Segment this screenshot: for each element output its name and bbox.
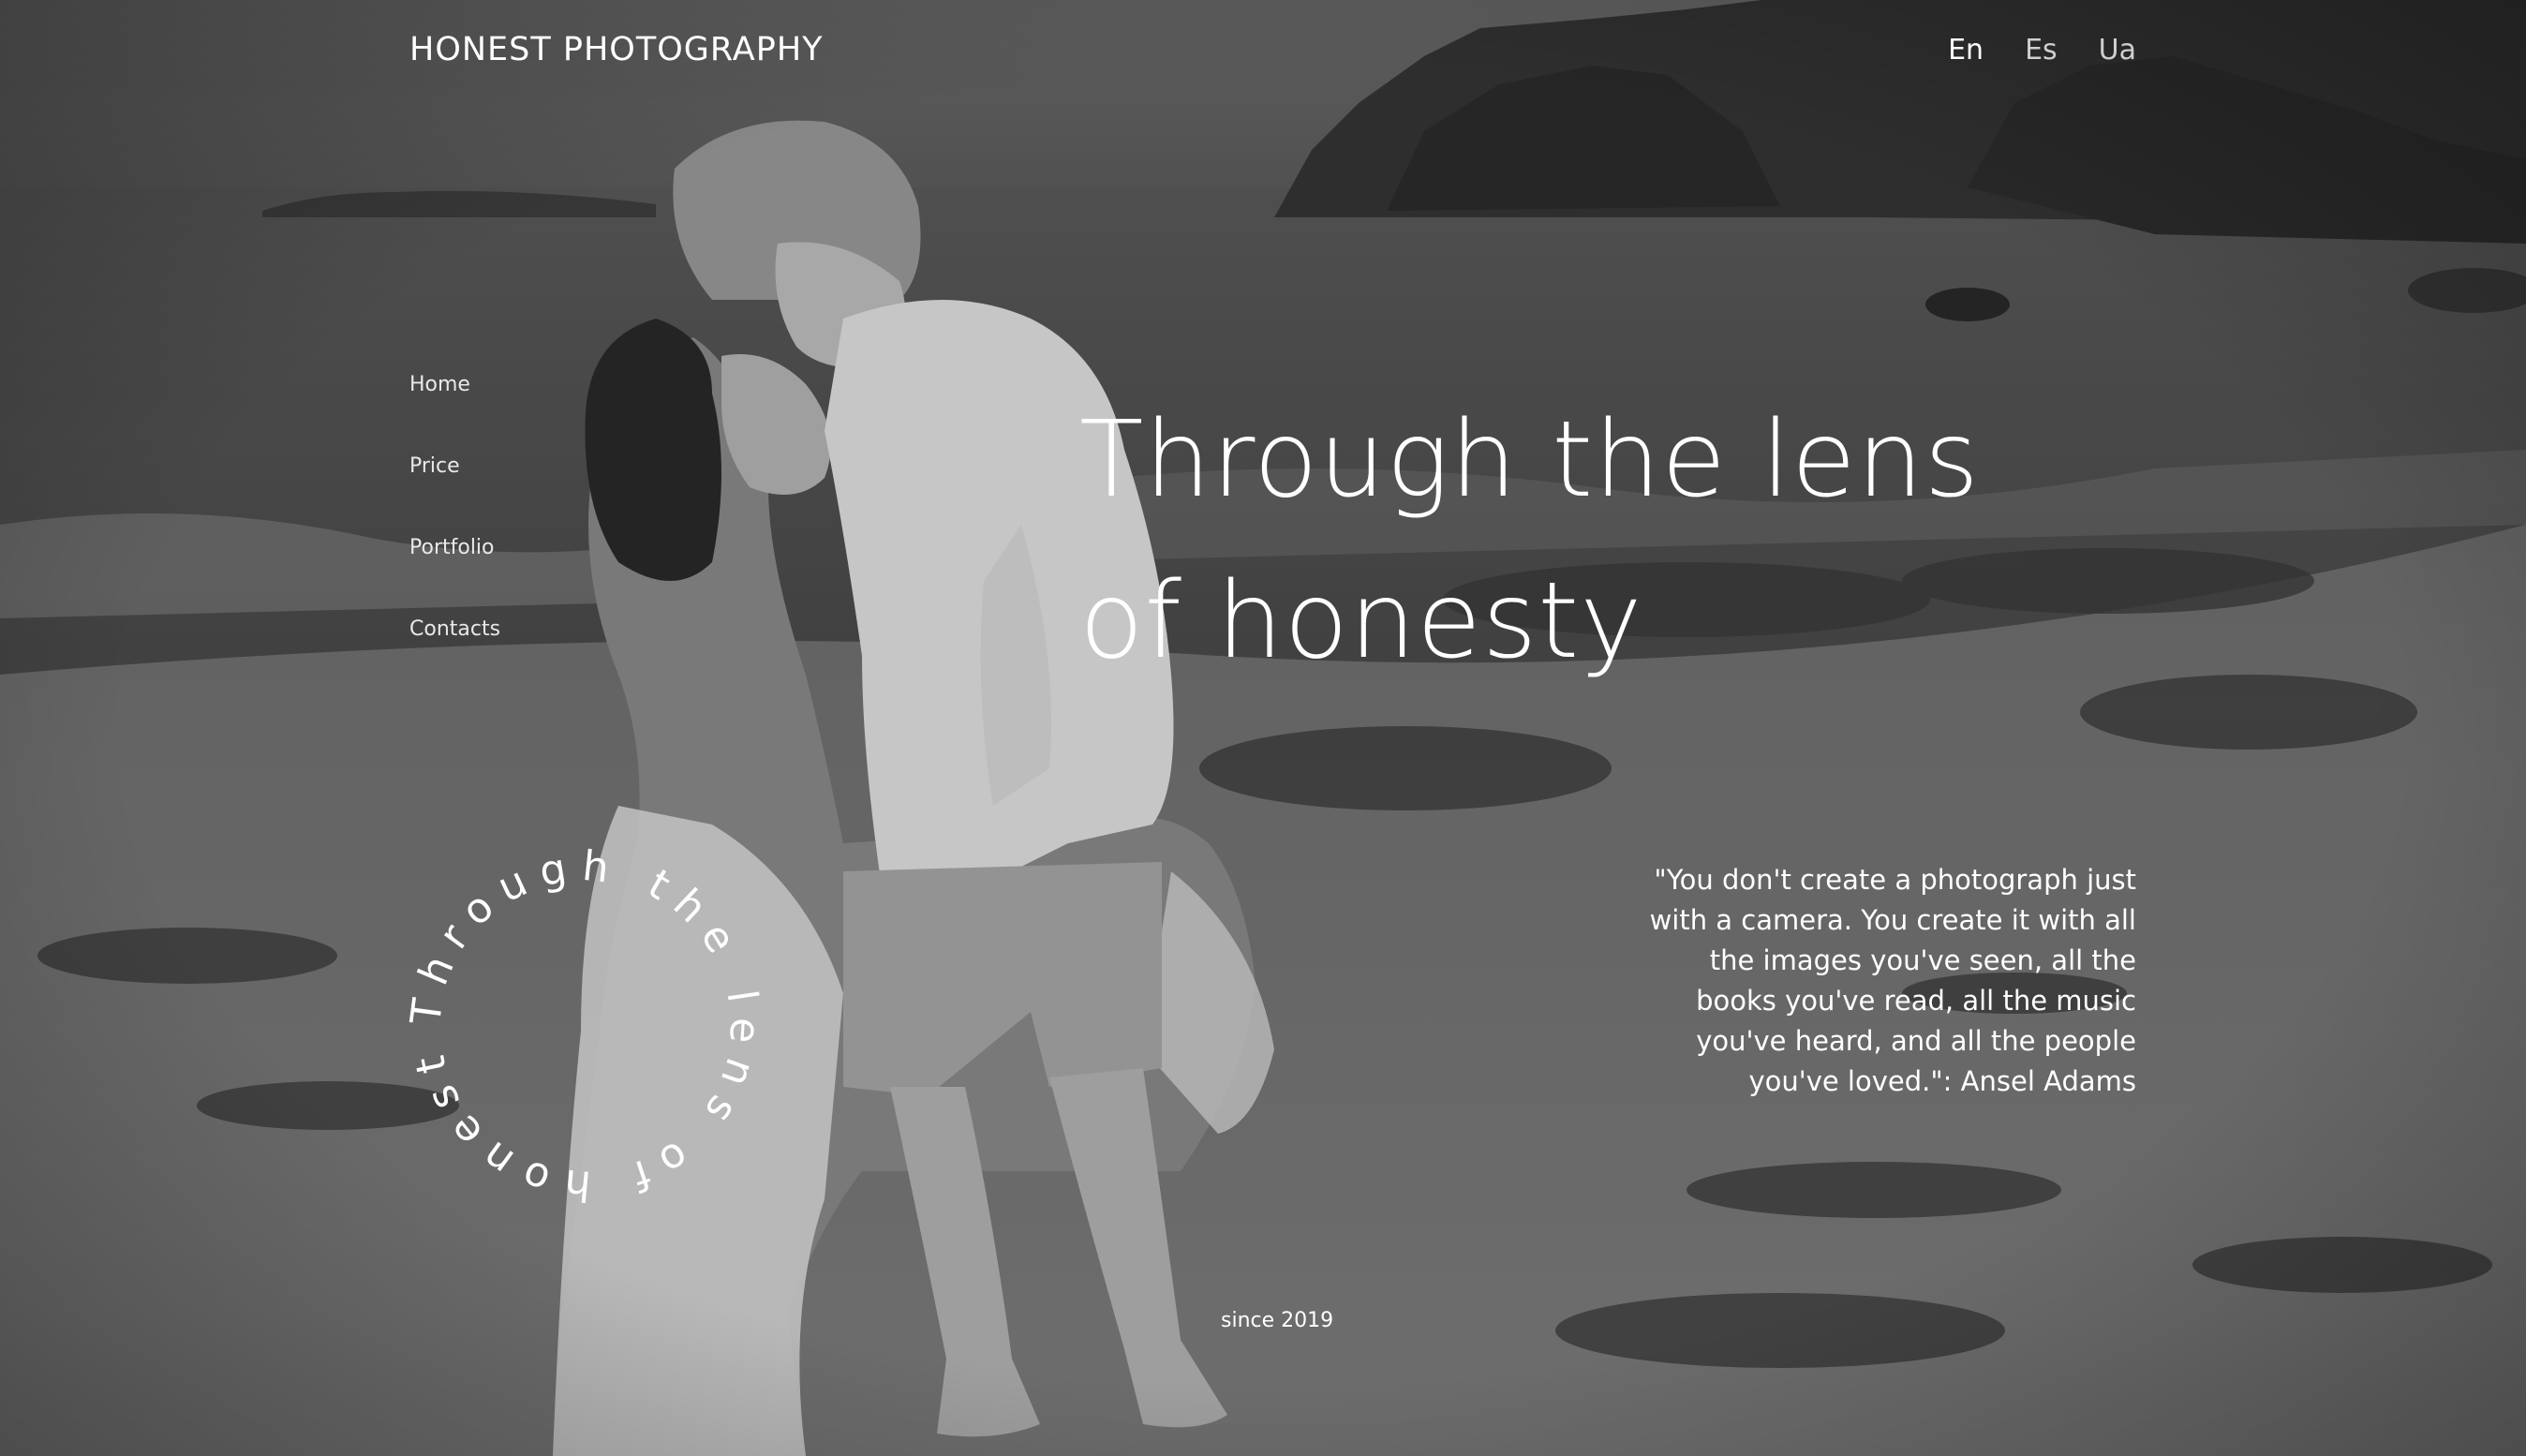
hero-background-photo (0, 0, 2526, 1456)
beach-photo (0, 0, 2526, 1456)
language-ua[interactable]: Ua (2099, 34, 2136, 67)
language-switcher: En Es Ua (1948, 34, 2136, 67)
circular-text-svg: Through the lens of honesty (379, 801, 769, 1210)
nav-contacts[interactable]: Contacts (409, 617, 500, 641)
language-en[interactable]: En (1948, 34, 1984, 67)
side-navigation: Home Price Portfolio Contacts (409, 373, 500, 641)
circular-text-path: Through the lens of honesty (379, 801, 756, 1210)
hero-title: Through the lens of honesty (1079, 379, 1980, 702)
nav-portfolio[interactable]: Portfolio (409, 536, 500, 559)
language-es[interactable]: Es (2025, 34, 2058, 67)
ansel-adams-quote: "You don't create a photograph just with… (1649, 864, 2136, 1097)
brand-logo-text[interactable]: HONEST PHOTOGRAPHY (409, 31, 824, 68)
nav-price[interactable]: Price (409, 454, 500, 478)
since-label: since 2019 (1221, 1309, 1334, 1332)
hero-title-line-1: Through the lens (1079, 399, 1981, 521)
hero-title-line-2: of honesty (1079, 560, 1643, 682)
circular-text-badge: Through the lens of honesty (379, 801, 773, 1213)
nav-home[interactable]: Home (409, 373, 500, 396)
circular-text: Through the lens of honesty (398, 839, 769, 1210)
